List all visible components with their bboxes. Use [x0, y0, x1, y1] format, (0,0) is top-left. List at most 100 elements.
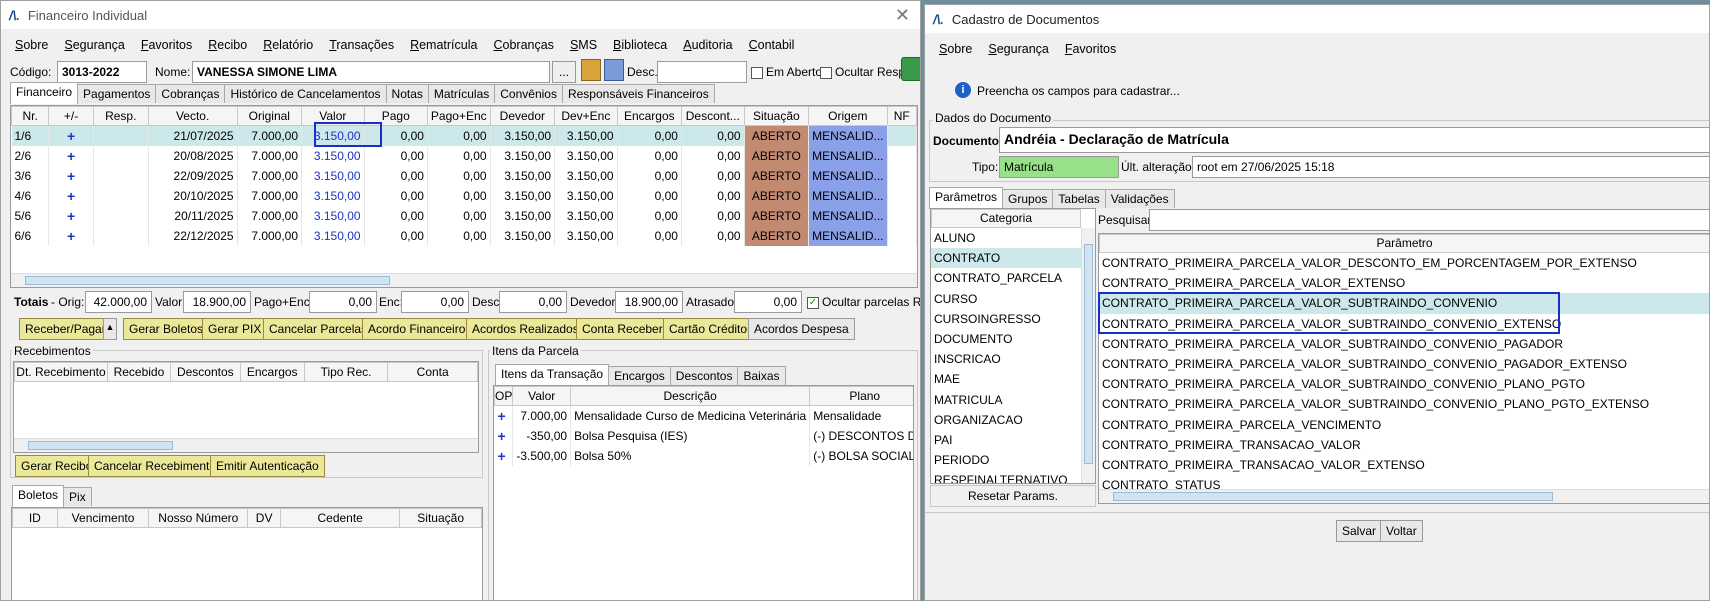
menu-sobre[interactable]: Sobre [15, 38, 48, 52]
tab-pagamentos[interactable]: Pagamentos [77, 84, 157, 103]
menu-biblioteca[interactable]: Biblioteca [613, 38, 667, 52]
list-item[interactable]: CONTRATO_PRIMEIRA_PARCELA_VALOR_SUBTRAIN… [1099, 394, 1709, 414]
list-item[interactable]: ORGANIZACAO [931, 410, 1095, 430]
list-item[interactable]: CONTRATO_PARCELA [931, 268, 1095, 288]
orig-field[interactable]: 42.000,00 [85, 291, 152, 313]
categoria-vscrollbar[interactable] [1081, 228, 1095, 483]
col-id[interactable]: ID [12, 508, 58, 528]
table-row[interactable]: + -3.500,00 Bolsa 50% (-) BOLSA SOCIAL [494, 445, 913, 466]
dropdown-arrow-icon[interactable]: ▲ [103, 318, 117, 340]
parametro-hscrollbar[interactable] [1099, 489, 1709, 503]
gerar-pix-button[interactable]: Gerar PIX [202, 318, 268, 340]
menu-relatorio[interactable]: Relatório [263, 38, 313, 52]
tipo-field[interactable]: Matrícula [999, 156, 1119, 178]
col-valor-item[interactable]: Valor [512, 386, 572, 406]
col-encargos[interactable]: Encargos [616, 106, 682, 126]
menu-sms[interactable]: SMS [570, 38, 597, 52]
col-dt-recebimento[interactable]: Dt. Recebimento [14, 362, 108, 382]
tab-historico-cancelamentos[interactable]: Histórico de Cancelamentos [224, 84, 387, 103]
recebimentos-hscrollbar[interactable] [14, 438, 478, 452]
col-vencimento[interactable]: Vencimento [56, 508, 150, 528]
col-original[interactable]: Original [236, 106, 303, 126]
documento-field[interactable]: Andréia - Declaração de Matrícula [999, 127, 1709, 153]
table-row[interactable]: 5/6 +20/11/2025 7.000,00 3.150,00 0,00 0,00 3.… [11, 205, 917, 226]
expand-icon[interactable]: + [48, 205, 94, 226]
expand-icon[interactable]: + [48, 165, 94, 186]
list-item[interactable]: CONTRATO_PRIMEIRA_PARCELA_VALOR_EXTENSO [1099, 273, 1709, 293]
tab-parametros[interactable]: Parâmetros [929, 187, 1004, 209]
expand-icon[interactable]: + [48, 225, 94, 246]
list-item[interactable]: CONTRATO_PRIMEIRA_PARCELA_VENCIMENTO [1099, 415, 1709, 435]
codigo-field[interactable]: 3013-2022 [57, 61, 147, 83]
col-nf[interactable]: NF [886, 106, 917, 126]
valor-field[interactable]: 18.900,00 [183, 291, 251, 313]
menu-sobre[interactable]: Sobre [939, 42, 972, 56]
col-plano[interactable]: Plano [809, 386, 913, 406]
list-item[interactable]: PERIODO [931, 450, 1095, 470]
tab-cobrancas[interactable]: Cobranças [155, 84, 226, 103]
list-item[interactable]: CONTRATO_PRIMEIRA_TRANSACAO_VALOR [1099, 435, 1709, 455]
list-item[interactable]: CONTRATO_PRIMEIRA_PARCELA_VALOR_SUBTRAIN… [1099, 374, 1709, 394]
search-name-button[interactable]: ... [552, 61, 576, 83]
expand-icon[interactable]: + [48, 145, 94, 166]
em-aberto-box[interactable] [751, 66, 763, 79]
resetar-params-button[interactable]: Resetar Params. [930, 485, 1096, 507]
tab-matriculas[interactable]: Matrículas [427, 84, 496, 103]
menu-favoritos[interactable]: Favoritos [141, 38, 192, 52]
menu-rematricula[interactable]: Rematrícula [410, 38, 477, 52]
tab-convenios[interactable]: Convênios [494, 84, 563, 103]
expand-icon[interactable]: + [48, 125, 94, 146]
list-item[interactable]: DOCUMENTO [931, 329, 1095, 349]
tab-notas[interactable]: Notas [385, 84, 429, 103]
table-row[interactable]: 6/6 +22/12/2025 7.000,00 3.150,00 0,00 0,00 3.… [11, 225, 917, 246]
list-item[interactable]: ALUNO [931, 228, 1095, 248]
tab-boletos[interactable]: Boletos [12, 485, 65, 507]
tab-tabelas[interactable]: Tabelas [1052, 189, 1106, 208]
list-item[interactable]: RESPFINALTERNATIVO [931, 470, 1095, 483]
ocultar-parcelas-checkbox[interactable]: ✓ Ocultar parcelas RC [807, 295, 920, 309]
menu-seguranca[interactable]: Segurança [64, 38, 124, 52]
tab-grupos[interactable]: Grupos [1002, 189, 1054, 208]
list-item[interactable]: MAE [931, 369, 1095, 389]
list-item[interactable]: CURSO [931, 289, 1095, 309]
atrasado-field[interactable]: 0,00 [734, 291, 802, 313]
table-row[interactable]: 2/6 +20/08/2025 7.000,00 3.150,00 0,00 0,00 3.… [11, 145, 917, 166]
list-item[interactable]: CONTRATO_PRIMEIRA_PARCELA_VALOR_SUBTRAIN… [1099, 334, 1709, 354]
col-vecto[interactable]: Vecto. [147, 106, 238, 126]
col-descontos[interactable]: Descont... [680, 106, 745, 126]
col-devedor[interactable]: Devedor [489, 106, 556, 126]
tab-baixas[interactable]: Baixas [737, 366, 786, 385]
cancelar-parcelas-button[interactable]: Cancelar Parcelas [263, 318, 374, 340]
col-resp[interactable]: Resp. [92, 106, 149, 126]
pago-enc-field[interactable]: 0,00 [309, 291, 377, 313]
table-row[interactable]: 1/6 +21/07/2025 7.000,00 3.150,00 0,00 0,00 3.… [11, 125, 917, 146]
col-nr[interactable]: Nr. [11, 106, 50, 126]
ocultar-resp-checkbox[interactable]: Ocultar Resp. [820, 65, 908, 79]
col-op[interactable]: OP [494, 386, 514, 406]
col-descricao[interactable]: Descrição [570, 386, 811, 406]
list-item[interactable]: CONTRATO_PRIMEIRA_PARCELA_VALOR_DESCONTO… [1099, 253, 1709, 273]
tab-itens-transacao[interactable]: Itens da Transação [495, 364, 610, 386]
col-nosso-numero[interactable]: Nosso Número [148, 508, 249, 528]
ocultar-resp-box[interactable] [820, 66, 832, 79]
expand-icon[interactable]: + [48, 185, 94, 206]
cartao-credito-button[interactable]: Cartão Crédito [663, 318, 754, 340]
emitir-autenticacao-button[interactable]: Emitir Autenticação [210, 455, 325, 477]
acordos-realizados-button[interactable]: Acordos Realizados [466, 318, 585, 340]
nome-field[interactable]: VANESSA SIMONE LIMA [192, 61, 550, 83]
tab-pix[interactable]: Pix [63, 487, 92, 506]
devedor-field[interactable]: 18.900,00 [615, 291, 683, 313]
table-row[interactable]: + -350,00 Bolsa Pesquisa (IES) (-) DESCONTO… [494, 425, 913, 446]
scroll-thumb[interactable] [28, 441, 173, 450]
cell-valor[interactable]: 3.150,00 [301, 205, 365, 226]
conta-receber-button[interactable]: Conta Receber [576, 318, 669, 340]
scroll-thumb[interactable] [1113, 492, 1553, 501]
col-situacao[interactable]: Situação [743, 106, 810, 126]
col-conta[interactable]: Conta [387, 362, 478, 382]
table-row[interactable]: +7.000,00 Mensalidade Curso de Medicina V… [494, 405, 913, 426]
close-icon[interactable]: ✕ [895, 5, 910, 26]
edit-icon[interactable] [604, 59, 624, 81]
menu-recibo[interactable]: Recibo [208, 38, 247, 52]
tab-financeiro[interactable]: Financeiro [10, 82, 79, 104]
acordo-financeiro-button[interactable]: Acordo Financeiro [362, 318, 472, 340]
